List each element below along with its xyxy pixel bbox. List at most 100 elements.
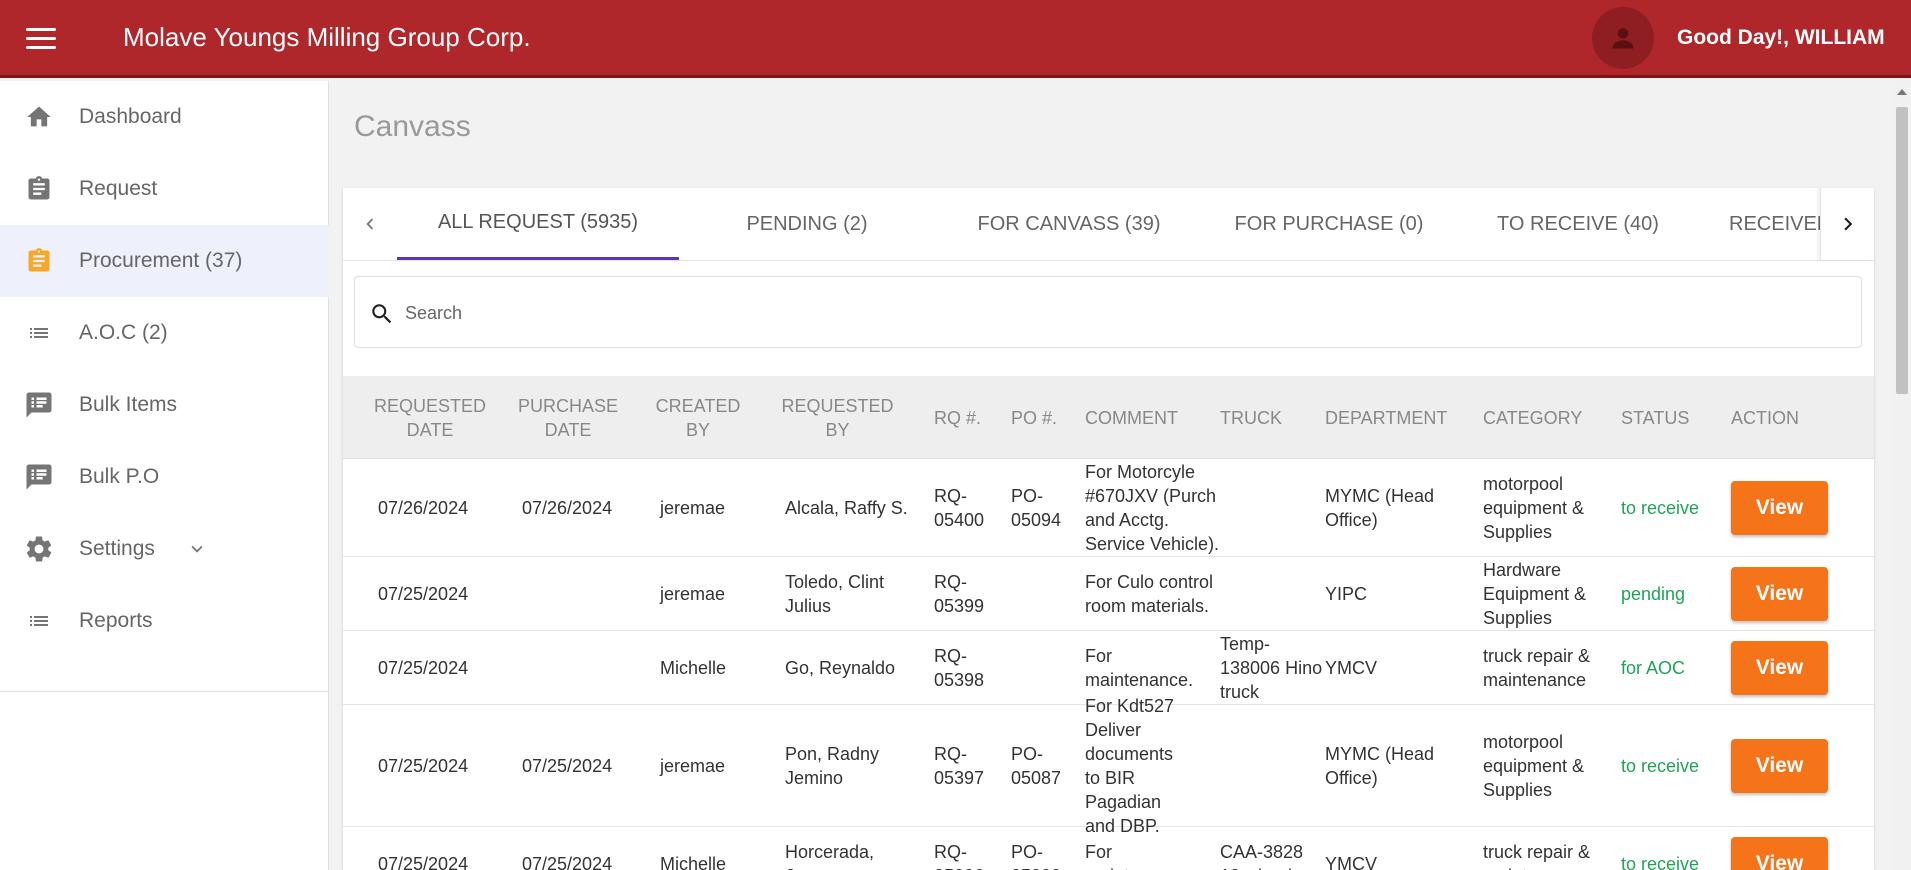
requests-card: ALL REQUEST (5935) PENDING (2) FOR CANVA… <box>343 188 1874 870</box>
sidebar-item-procurement[interactable]: Procurement (37) <box>0 225 329 297</box>
department-cell: YIPC <box>1325 584 1368 604</box>
table-row[interactable]: 07/25/2024 07/25/2024 Michelle Horcerada… <box>343 828 1874 870</box>
purchase-date-cell: 07/26/2024 <box>522 498 613 518</box>
created-by-cell: jeremae <box>660 756 726 776</box>
view-button[interactable]: View <box>1731 641 1828 695</box>
purchase-date-cell <box>522 632 642 704</box>
requested-by-cell: Pon, Radny Jemino <box>785 744 880 788</box>
table-row[interactable]: 07/26/2024 07/26/2024 jeremae Alcala, Ra… <box>343 460 1874 557</box>
department-cell: YMCV <box>1325 854 1378 870</box>
sidebar: Dashboard Request Procurement (37) A.O.C… <box>0 81 329 870</box>
home-icon <box>24 102 54 132</box>
requested-by-cell: Alcala, Raffy S. <box>785 498 908 518</box>
page-scrollbar[interactable] <box>1893 81 1911 870</box>
rq-number-cell: RQ-05398 <box>934 646 985 690</box>
view-button[interactable]: View <box>1731 481 1828 535</box>
column-header[interactable]: REQUESTED DATE <box>369 376 491 459</box>
top-app-bar: Molave Youngs Milling Group Corp. Good D… <box>0 0 1911 78</box>
column-header[interactable]: CATEGORY <box>1483 376 1603 459</box>
rq-number-cell: RQ-05400 <box>934 486 985 530</box>
comment-cell: For Motorcyle #670JXV (Purch and Acctg. … <box>1085 462 1220 554</box>
scrollbar-thumb[interactable] <box>1896 107 1908 394</box>
menu-icon[interactable] <box>26 28 56 50</box>
view-button[interactable]: View <box>1731 567 1828 621</box>
tab-scroll-right-button[interactable] <box>1820 188 1874 260</box>
column-header[interactable]: PO #. <box>1011 376 1071 459</box>
column-header[interactable]: ACTION <box>1731 376 1821 459</box>
purchase-date-cell <box>522 558 642 630</box>
column-header[interactable]: DEPARTMENT <box>1325 376 1465 459</box>
column-header[interactable]: COMMENT <box>1085 376 1195 459</box>
tab-scroll-left-button[interactable] <box>343 188 397 260</box>
view-button[interactable]: View <box>1731 739 1828 793</box>
table-row[interactable]: 07/25/2024 jeremae Toledo, Clint Julius … <box>343 558 1874 631</box>
truck-cell: CAA-3828 10 wheelers <box>1220 842 1317 870</box>
avatar[interactable] <box>1592 7 1654 69</box>
column-header[interactable]: PURCHASE DATE <box>513 376 623 459</box>
page-title: Canvass <box>354 110 471 143</box>
requested-date-cell: 07/25/2024 <box>378 854 469 870</box>
created-by-cell: jeremae <box>660 498 726 518</box>
view-button[interactable]: View <box>1731 837 1828 870</box>
sidebar-item-label: Bulk P.O <box>79 465 160 488</box>
tab-bar: ALL REQUEST (5935) PENDING (2) FOR CANVA… <box>343 188 1874 261</box>
scroll-up-arrow-icon[interactable] <box>1897 89 1907 95</box>
truck-cell <box>1220 706 1324 826</box>
status-badge: to receive <box>1621 756 1700 776</box>
search-icon <box>372 304 392 324</box>
sidebar-item-label: Settings <box>79 537 155 560</box>
list-icon <box>24 318 54 348</box>
comment-cell: For Culo control room materials. <box>1085 572 1214 616</box>
purchase-date-cell: 07/25/2024 <box>522 756 613 776</box>
rq-number-cell: RQ-05397 <box>934 744 985 788</box>
comment-cell: For maintenance. <box>1085 842 1193 870</box>
sidebar-item-request[interactable]: Request <box>0 153 329 225</box>
sidebar-item-label: A.O.C (2) <box>79 321 168 344</box>
created-by-cell: Michelle <box>660 854 727 870</box>
clipboard-icon <box>24 246 54 276</box>
category-cell: truck repair & maintenance <box>1483 842 1591 870</box>
sidebar-item-aoc[interactable]: A.O.C (2) <box>0 297 329 369</box>
tab-to-receive[interactable]: TO RECEIVE (40) <box>1455 188 1701 260</box>
rq-number-cell: RQ-05396 <box>934 842 984 870</box>
table-row[interactable]: 07/25/2024 07/25/2024 jeremae Pon, Radny… <box>343 696 1874 836</box>
requested-by-cell: Toledo, Clint Julius <box>785 572 885 616</box>
created-by-cell: Michelle <box>660 658 727 678</box>
search-box <box>354 276 1862 348</box>
tab-for-canvass[interactable]: FOR CANVASS (39) <box>935 188 1203 260</box>
column-header[interactable]: CREATED BY <box>653 376 743 459</box>
category-cell: truck repair & maintenance <box>1483 646 1591 690</box>
chevron-down-icon[interactable] <box>186 538 208 560</box>
sidebar-item-bulk-po[interactable]: Bulk P.O <box>0 441 329 513</box>
column-header[interactable]: TRUCK <box>1220 376 1300 459</box>
user-greeting: Good Day!, WILLIAM <box>1677 26 1885 49</box>
column-header[interactable]: RQ #. <box>934 376 994 459</box>
sidebar-item-label: Dashboard <box>79 105 182 128</box>
requested-by-cell: Horcerada, Jason <box>785 842 875 870</box>
department-cell: MYMC (Head Office) <box>1325 486 1435 530</box>
column-header[interactable]: REQUESTED BY <box>775 376 900 459</box>
sidebar-item-label: Bulk Items <box>79 393 178 416</box>
tab-for-purchase[interactable]: FOR PURCHASE (0) <box>1203 188 1455 260</box>
sidebar-item-dashboard[interactable]: Dashboard <box>0 81 329 153</box>
created-by-cell: jeremae <box>660 584 726 604</box>
requested-by-cell: Go, Reynaldo <box>785 658 896 678</box>
comment-list-icon <box>24 462 54 492</box>
category-cell: Hardware Equipment & Supplies <box>1483 560 1587 628</box>
tab-pending[interactable]: PENDING (2) <box>679 188 935 260</box>
category-cell: motorpool equipment & Supplies <box>1483 732 1585 800</box>
sidebar-item-settings[interactable]: Settings <box>0 513 329 585</box>
status-badge: for AOC <box>1621 658 1686 678</box>
sidebar-item-bulk-items[interactable]: Bulk Items <box>0 369 329 441</box>
chevron-right-icon <box>1843 217 1852 231</box>
purchase-date-cell: 07/25/2024 <box>522 854 613 870</box>
po-number-cell <box>1011 558 1065 630</box>
status-badge: to receive <box>1621 854 1700 870</box>
search-input[interactable] <box>405 295 1825 331</box>
department-cell: MYMC (Head Office) <box>1325 744 1435 788</box>
tab-all-request[interactable]: ALL REQUEST (5935) <box>397 188 679 260</box>
po-number-cell: PO-05094 <box>1011 486 1062 530</box>
requested-date-cell: 07/25/2024 <box>378 756 469 776</box>
column-header[interactable]: STATUS <box>1621 376 1711 459</box>
sidebar-item-reports[interactable]: Reports <box>0 585 329 657</box>
